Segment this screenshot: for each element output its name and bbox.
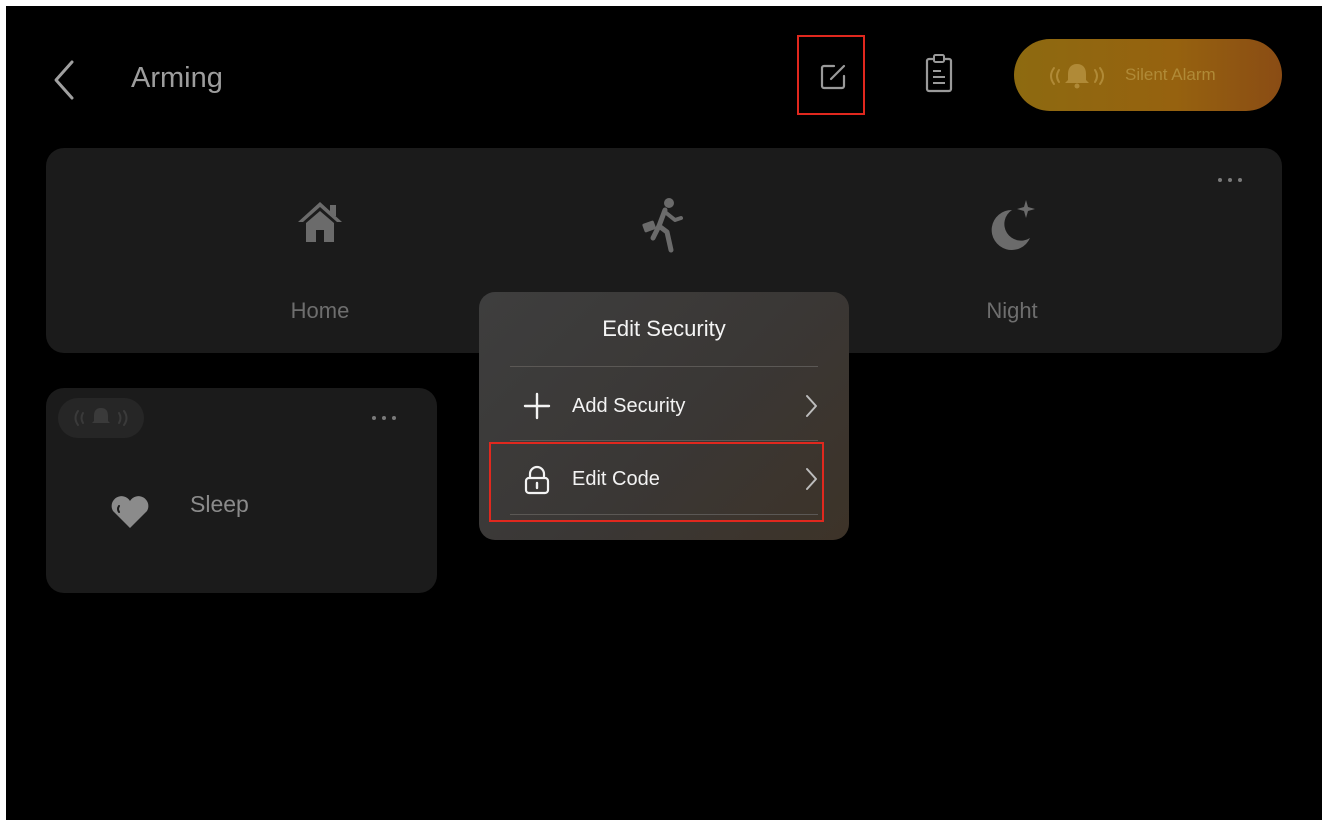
popup-divider (510, 366, 818, 367)
alarm-bell-icon (74, 408, 128, 426)
scene-more-button[interactable] (372, 416, 396, 420)
chevron-right-icon (806, 395, 817, 417)
popup-divider (510, 440, 818, 441)
log-button[interactable] (919, 51, 959, 97)
moon-star-icon (991, 200, 1035, 250)
more-dot-icon (372, 416, 376, 420)
home-icon (298, 202, 342, 242)
add-security-item[interactable]: Add Security (519, 386, 819, 426)
scene-label: Sleep (190, 491, 249, 517)
more-dot-icon (382, 416, 386, 420)
edit-code-highlight (489, 442, 824, 522)
more-dot-icon (392, 416, 396, 420)
edit-square-icon (820, 64, 846, 90)
mode-label: Night (986, 298, 1038, 323)
more-dot-icon (1228, 178, 1232, 182)
more-dot-icon (1218, 178, 1222, 182)
clipboard-icon (925, 54, 953, 93)
edit-button[interactable] (797, 35, 865, 115)
scene-card-sleep[interactable]: Sleep (46, 388, 437, 593)
plus-icon (523, 392, 551, 420)
mode-home[interactable]: Home (210, 188, 430, 338)
page-title: Arming (131, 62, 223, 94)
mode-night[interactable]: Night (902, 188, 1122, 338)
alarm-bell-icon (1050, 64, 1104, 89)
more-options-button[interactable] (1218, 178, 1242, 182)
heart-icon (111, 496, 149, 528)
more-dot-icon (1238, 178, 1242, 182)
silent-alarm-label: Silent Alarm (1125, 65, 1216, 84)
back-button[interactable] (46, 56, 82, 104)
scene-alarm-badge (58, 398, 144, 438)
add-security-label: Add Security (572, 395, 686, 417)
silent-alarm-button[interactable]: Silent Alarm (1014, 39, 1282, 111)
arming-screen: Arming Silent Alarm Home Night Sleep Edi… (6, 6, 1322, 820)
popup-title: Edit Security (602, 316, 726, 341)
chevron-left-icon (54, 60, 74, 100)
away-runner-icon (642, 198, 683, 253)
mode-label: Home (290, 298, 350, 323)
